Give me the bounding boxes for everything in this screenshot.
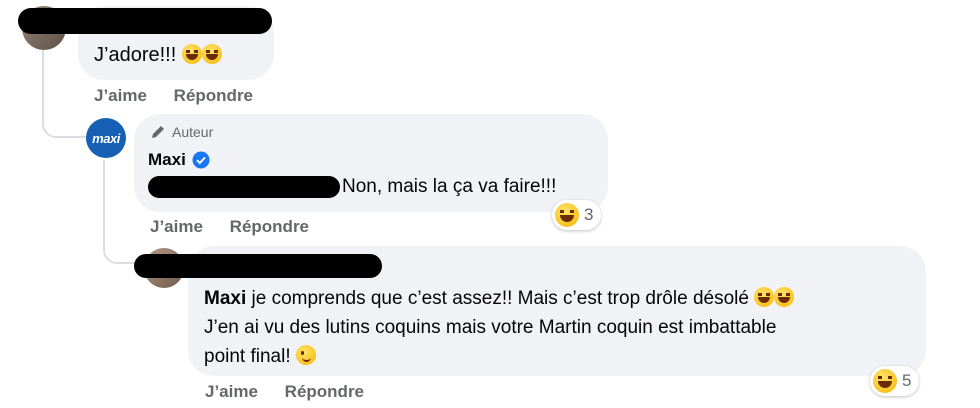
laughing-emoji xyxy=(181,44,202,64)
author-name-row: Maxi xyxy=(148,150,210,170)
laughing-emoji xyxy=(774,287,795,307)
reaction-summary[interactable]: 3 xyxy=(552,200,602,230)
reply-button[interactable]: Répondre xyxy=(230,217,309,236)
comment-actions: J’aime Répondre xyxy=(205,382,386,402)
reply-button[interactable]: Répondre xyxy=(174,86,253,105)
redacted-mention xyxy=(148,176,340,198)
comment-text: Maxi je comprends que c’est assez!! Mais… xyxy=(204,284,916,371)
laughing-emoji xyxy=(201,44,222,64)
reaction-count: 3 xyxy=(584,205,594,224)
comment-actions: J’aime Répondre xyxy=(94,86,275,106)
reply-button[interactable]: Répondre xyxy=(285,382,364,401)
like-button[interactable]: J’aime xyxy=(94,86,147,105)
laughing-emoji xyxy=(555,203,579,227)
redacted-author-name xyxy=(18,8,272,34)
maxi-logo: maxi xyxy=(92,130,120,146)
pencil-icon xyxy=(152,126,164,138)
laughing-emoji xyxy=(754,287,775,307)
comment-text: Non, mais la ça va faire!!! xyxy=(342,176,557,197)
mention-link[interactable]: Maxi xyxy=(204,288,246,309)
redacted-author-name xyxy=(134,254,382,278)
reaction-count: 5 xyxy=(902,371,912,390)
reaction-summary[interactable]: 5 xyxy=(870,366,920,396)
laughing-emoji xyxy=(873,369,897,393)
author-name[interactable]: Maxi xyxy=(148,150,186,170)
like-button[interactable]: J’aime xyxy=(205,382,258,401)
maxi-avatar[interactable]: maxi xyxy=(86,118,126,158)
like-button[interactable]: J’aime xyxy=(150,217,203,236)
verified-badge-icon xyxy=(192,151,210,169)
wink-emoji xyxy=(295,345,316,365)
author-badge: Auteur xyxy=(150,124,213,140)
comment-actions: J’aime Répondre xyxy=(150,217,331,237)
comment-text: J’adore!!! xyxy=(94,44,222,67)
